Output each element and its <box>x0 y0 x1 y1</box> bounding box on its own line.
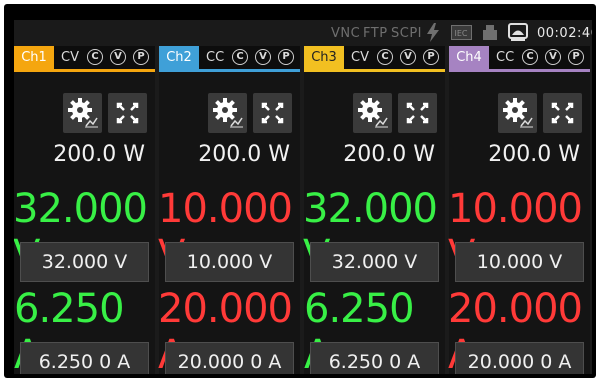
settings-chart-icon <box>68 98 98 128</box>
display-screen: VNC FTP SCPI IEC 00:02:46 <box>14 20 592 374</box>
svg-text:IEC: IEC <box>455 29 468 38</box>
channel-1-label[interactable]: Ch1 <box>14 46 54 69</box>
channel-3-header[interactable]: Ch3 CV C V P <box>304 46 445 72</box>
expand-arrows-icon <box>551 102 574 124</box>
channel-2-label[interactable]: Ch2 <box>159 46 199 69</box>
channel-3-voltage-setpoint[interactable]: 32.000 V <box>310 242 439 282</box>
channel-2-panel: Ch2 CC C V P 200.0 W 10.000 10.000 V 20.… <box>158 46 300 374</box>
expand-button[interactable] <box>543 93 582 133</box>
channel-4-header[interactable]: Ch4 CC C V P <box>449 46 590 72</box>
settings-chart-icon <box>358 98 388 128</box>
memory-card-icon: IEC <box>451 25 472 40</box>
settings-button[interactable] <box>498 93 537 133</box>
ovp-protection-icon: V <box>545 49 561 65</box>
channel-1-header[interactable]: Ch1 CV C V P <box>14 46 155 72</box>
channel-2-current-setpoint[interactable]: 20.000 0 A <box>165 342 294 374</box>
opp-protection-icon: P <box>423 49 439 65</box>
scpi-indicator: SCPI <box>391 26 423 41</box>
channel-2-power: 200.0 W <box>198 142 290 167</box>
lightning-icon <box>427 23 439 42</box>
channel-2-voltage-setpoint[interactable]: 10.000 V <box>165 242 294 282</box>
channel-4-mode: CC <box>496 50 515 65</box>
ovp-protection-icon: V <box>110 49 126 65</box>
channel-1-accent <box>14 69 155 72</box>
channel-1-mode: CV <box>61 50 79 65</box>
ovp-protection-icon: V <box>400 49 416 65</box>
device-bezel: VNC FTP SCPI IEC 00:02:46 <box>4 4 596 378</box>
usb-drive-icon <box>483 25 497 40</box>
settings-chart-icon <box>213 98 243 128</box>
ftp-indicator: FTP <box>363 26 388 41</box>
settings-button[interactable] <box>208 93 247 133</box>
settings-button[interactable] <box>63 93 102 133</box>
channel-2-mode: CC <box>206 50 225 65</box>
channel-3-mode: CV <box>351 50 369 65</box>
opp-protection-icon: P <box>568 49 584 65</box>
channel-4-label[interactable]: Ch4 <box>449 46 489 69</box>
channel-3-power: 200.0 W <box>343 142 435 167</box>
channel-3-current-setpoint[interactable]: 6.250 0 A <box>310 342 439 374</box>
expand-arrows-icon <box>116 102 139 124</box>
channel-1-panel: Ch1 CV C V P 200.0 W 32.000 32.000 V 6.2… <box>14 46 155 374</box>
channel-1-current-setpoint[interactable]: 6.250 0 A <box>20 342 149 374</box>
expand-button[interactable] <box>253 93 292 133</box>
opp-protection-icon: P <box>278 49 294 65</box>
ocp-protection-icon: C <box>377 49 393 65</box>
opp-protection-icon: P <box>133 49 149 65</box>
channel-1-voltage-setpoint[interactable]: 32.000 V <box>20 242 149 282</box>
channel-4-current-setpoint[interactable]: 20.000 0 A <box>455 342 584 374</box>
clock: 00:02:46 <box>537 26 592 41</box>
channel-3-panel: Ch3 CV C V P 200.0 W 32.000 32.000 V 6.2… <box>303 46 445 374</box>
channel-3-label[interactable]: Ch3 <box>304 46 344 69</box>
channel-4-accent <box>449 69 590 72</box>
expand-button[interactable] <box>398 93 437 133</box>
expand-arrows-icon <box>406 102 429 124</box>
vnc-indicator: VNC <box>331 26 361 41</box>
settings-button[interactable] <box>353 93 392 133</box>
channel-3-accent <box>304 69 445 72</box>
channel-1-power: 200.0 W <box>53 142 145 167</box>
ocp-protection-icon: C <box>232 49 248 65</box>
expand-button[interactable] <box>108 93 147 133</box>
channel-2-header[interactable]: Ch2 CC C V P <box>159 46 300 72</box>
channel-4-voltage-setpoint[interactable]: 10.000 V <box>455 242 584 282</box>
channel-4-power: 200.0 W <box>488 142 580 167</box>
expand-arrows-icon <box>261 102 284 124</box>
channel-4-panel: Ch4 CC C V P 200.0 W 10.000 10.000 V 20.… <box>448 46 590 374</box>
ocp-protection-icon: C <box>522 49 538 65</box>
ovp-protection-icon: V <box>255 49 271 65</box>
network-icon <box>508 23 528 41</box>
status-bar: VNC FTP SCPI IEC 00:02:46 <box>14 20 592 46</box>
settings-chart-icon <box>503 98 533 128</box>
ocp-protection-icon: C <box>87 49 103 65</box>
channel-2-accent <box>159 69 300 72</box>
